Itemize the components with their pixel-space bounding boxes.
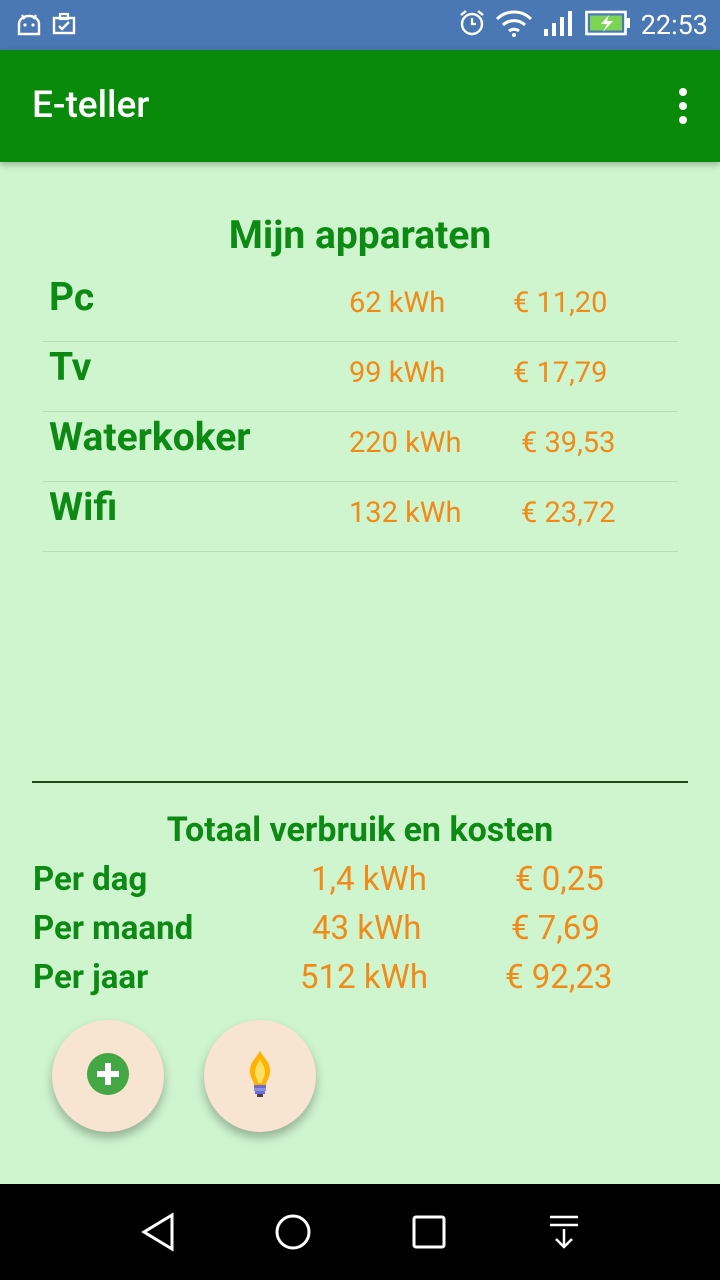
total-label: Per maand [33, 909, 194, 948]
devices-title: Mijn apparaten [228, 212, 492, 258]
status-time: 22:53 [640, 9, 708, 41]
total-label: Per dag [33, 860, 148, 899]
device-name: Waterkoker [49, 414, 251, 460]
device-kwh: 99 kWh [349, 356, 446, 390]
add-icon [86, 1052, 130, 1100]
device-row-waterkoker[interactable]: Waterkoker 220 kWh € 39,53 [43, 412, 678, 482]
navigation-bar [0, 1184, 720, 1280]
home-icon[interactable] [271, 1212, 315, 1252]
device-kwh: 132 kWh [349, 496, 462, 530]
device-name: Tv [49, 344, 92, 390]
totals-title: Totaal verbruik en kosten [166, 810, 554, 850]
total-row-per-jaar: Per jaar 512 kWh € 92,23 [33, 958, 683, 1006]
tips-button[interactable] [204, 1020, 316, 1132]
overflow-menu-icon[interactable] [676, 88, 690, 124]
device-row-tv[interactable]: Tv 99 kWh € 17,79 [43, 342, 678, 412]
device-kwh: 62 kWh [349, 286, 446, 320]
status-bar: 22:53 [0, 0, 720, 50]
alarm-icon [459, 9, 485, 41]
wifi-icon [495, 9, 533, 41]
device-cost: € 23,72 [521, 496, 616, 530]
device-cost: € 11,20 [513, 286, 608, 320]
briefcase-icon [52, 12, 76, 40]
total-kwh: 512 kWh [300, 958, 429, 997]
total-cost: € 7,69 [511, 909, 600, 948]
total-row-per-maand: Per maand 43 kWh € 7,69 [33, 909, 683, 957]
device-kwh: 220 kWh [349, 426, 462, 460]
add-device-button[interactable] [52, 1020, 164, 1132]
recents-icon[interactable] [407, 1212, 451, 1252]
app-bar: E-teller [0, 50, 720, 162]
device-name: Wifi [49, 484, 118, 530]
section-divider [32, 781, 688, 783]
device-cost: € 17,79 [513, 356, 608, 390]
android-icon [16, 12, 42, 40]
device-row-pc[interactable]: Pc 62 kWh € 11,20 [43, 272, 678, 342]
signal-icon [543, 9, 575, 41]
total-cost: € 0,25 [515, 860, 604, 899]
battery-charging-icon [584, 10, 631, 40]
total-label: Per jaar [33, 958, 149, 997]
app-title: E-teller [32, 84, 150, 127]
total-kwh: 43 kWh [312, 909, 422, 948]
back-icon[interactable] [136, 1212, 180, 1252]
total-row-per-dag: Per dag 1,4 kWh € 0,25 [33, 860, 683, 908]
notifications-pull-icon[interactable] [542, 1212, 586, 1252]
lightbulb-icon [245, 1049, 275, 1103]
total-cost: € 92,23 [505, 958, 613, 997]
device-name: Pc [49, 274, 95, 320]
device-cost: € 39,53 [521, 426, 616, 460]
total-kwh: 1,4 kWh [311, 860, 427, 899]
device-row-wifi[interactable]: Wifi 132 kWh € 23,72 [43, 482, 678, 552]
